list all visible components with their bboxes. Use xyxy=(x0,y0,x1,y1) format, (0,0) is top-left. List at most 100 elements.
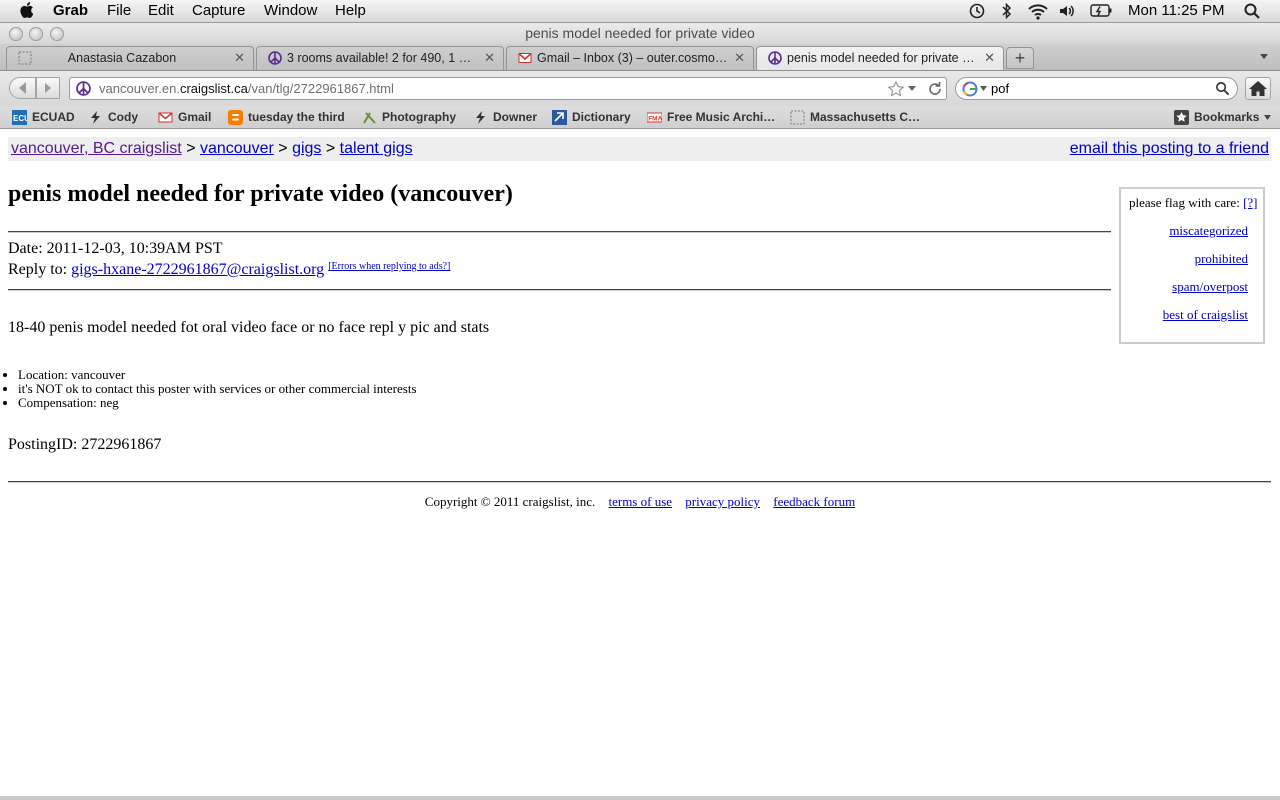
menu-app-grab[interactable]: Grab xyxy=(53,2,88,19)
tab-label: Gmail – Inbox (3) – outer.cosmo… xyxy=(537,51,728,65)
wifi-icon[interactable] xyxy=(1027,2,1049,20)
breadcrumb-city-link[interactable]: vancouver xyxy=(200,140,274,157)
menu-bar: Grab File Edit Capture Window Help Mon 1… xyxy=(0,0,1280,23)
tab-close-icon[interactable]: ✕ xyxy=(734,50,745,66)
home-button[interactable] xyxy=(1245,77,1271,100)
posting-details-list: Location: vancouver it's NOT ok to conta… xyxy=(0,368,417,410)
photo-icon xyxy=(363,112,376,124)
divider xyxy=(8,289,1111,291)
flag-header-text: please flag with care: xyxy=(1129,195,1240,210)
blank-page-icon xyxy=(790,110,805,125)
reload-icon[interactable] xyxy=(927,81,943,97)
breadcrumb-separator: > xyxy=(186,140,196,157)
peace-icon xyxy=(268,51,282,65)
menu-edit[interactable]: Edit xyxy=(148,2,174,19)
home-icon xyxy=(1249,81,1267,96)
battery-icon[interactable] xyxy=(1090,3,1112,19)
bookmark-star-icon[interactable] xyxy=(888,81,904,97)
detail-compensation: Compensation: neg xyxy=(18,396,417,410)
flag-prohibited-link[interactable]: prohibited xyxy=(1195,251,1248,267)
url-prefix: vancouver.en. xyxy=(99,81,180,96)
minimize-window-button[interactable] xyxy=(29,27,43,41)
bluetooth-icon[interactable] xyxy=(1001,2,1013,20)
bookmarks-star-icon xyxy=(1174,110,1189,125)
tab-list-chevron-down-icon[interactable] xyxy=(1259,53,1269,61)
search-engine-dropdown-icon[interactable] xyxy=(980,86,987,92)
time-machine-icon[interactable] xyxy=(968,2,986,20)
reply-email-link[interactable]: gigs-hxane-2722961867@craigslist.org xyxy=(71,261,324,278)
terms-of-use-link[interactable]: terms of use xyxy=(608,494,672,509)
posting-date: Date: 2011-12-03, 10:39AM PST xyxy=(8,240,223,257)
peace-icon xyxy=(768,51,782,65)
reply-to-line: Reply to: gigs-hxane-2722961867@craigsli… xyxy=(8,261,450,279)
flag-best-of-craigslist-link[interactable]: best of craigslist xyxy=(1163,307,1248,323)
bookmark-label: Gmail xyxy=(178,110,212,124)
search-input[interactable]: pof xyxy=(991,81,1009,96)
fma-icon: FMA xyxy=(647,112,662,123)
search-bar[interactable]: pof xyxy=(955,77,1238,100)
page-footer: Copyright © 2011 craigslist, inc. terms … xyxy=(0,494,1280,510)
history-dropdown-icon[interactable] xyxy=(907,85,917,93)
spotlight-search-icon[interactable] xyxy=(1243,2,1261,20)
email-to-friend-link[interactable]: email this posting to a friend xyxy=(1070,140,1269,158)
flag-box: please flag with care: [?] miscategorize… xyxy=(1119,187,1265,344)
back-arrow-icon xyxy=(19,82,26,94)
breadcrumb-site-link[interactable]: vancouver, BC craigslist xyxy=(11,140,182,157)
tab-label: penis model needed for private … xyxy=(787,51,975,65)
bookmark-label: ECUAD xyxy=(32,110,75,124)
flag-spam-overpost-link[interactable]: spam/overpost xyxy=(1172,279,1248,295)
posting-title: penis model needed for private video (va… xyxy=(8,181,513,207)
url-text: vancouver.en.craigslist.ca/van/tlg/27229… xyxy=(99,81,394,96)
bookmark-label: Dictionary xyxy=(572,110,631,124)
breadcrumb: vancouver, BC craigslist > vancouver > g… xyxy=(8,137,1271,161)
tab-3-rooms[interactable]: 3 rooms available! 2 for 490, 1 … ✕ xyxy=(256,46,504,70)
apple-icon[interactable] xyxy=(20,1,36,19)
breadcrumb-separator: > xyxy=(325,140,336,157)
new-tab-button[interactable]: + xyxy=(1006,47,1034,69)
volume-icon[interactable] xyxy=(1058,2,1076,20)
breadcrumb-section-link[interactable]: gigs xyxy=(292,140,321,157)
forward-button[interactable] xyxy=(36,77,60,99)
tab-close-icon[interactable]: ✕ xyxy=(234,50,245,66)
status-bar xyxy=(0,796,1280,800)
detail-location: Location: vancouver xyxy=(18,368,417,382)
tab-close-icon[interactable]: ✕ xyxy=(984,50,995,66)
bookmarks-menu-label: Bookmarks xyxy=(1194,110,1260,124)
back-button[interactable] xyxy=(9,77,36,99)
flag-miscategorized-link[interactable]: miscategorized xyxy=(1169,223,1248,239)
search-icon[interactable] xyxy=(1215,81,1230,96)
bolt-icon xyxy=(476,111,485,124)
menubar-clock[interactable]: Mon 11:25 PM xyxy=(1128,2,1224,19)
breadcrumb-links: vancouver, BC craigslist > vancouver > g… xyxy=(11,140,413,158)
gmail-icon xyxy=(518,53,532,63)
close-window-button[interactable] xyxy=(9,27,23,41)
google-search-engine-icon[interactable] xyxy=(962,81,978,97)
breadcrumb-separator: > xyxy=(278,140,288,157)
feedback-forum-link[interactable]: feedback forum xyxy=(773,494,855,509)
tab-penis-model-active[interactable]: penis model needed for private … ✕ xyxy=(756,46,1004,70)
menu-capture[interactable]: Capture xyxy=(192,2,245,19)
tab-anastasia-cazabon[interactable]: Anastasia Cazabon ✕ xyxy=(6,46,254,70)
flag-help-link[interactable]: [?] xyxy=(1243,195,1257,210)
url-path: /van/tlg/2722961867.html xyxy=(247,81,394,96)
menu-help[interactable]: Help xyxy=(335,2,366,19)
bookmark-label: Photography xyxy=(382,110,456,124)
posting-id: PostingID: 2722961867 xyxy=(8,436,162,453)
zoom-window-button[interactable] xyxy=(50,27,64,41)
chevron-down-icon xyxy=(1264,115,1271,120)
page-content: vancouver, BC craigslist > vancouver > g… xyxy=(0,129,1280,796)
tab-close-icon[interactable]: ✕ xyxy=(484,50,495,66)
posting-body: 18-40 penis model needed fot oral video … xyxy=(8,319,490,336)
url-bar[interactable]: vancouver.en.craigslist.ca/van/tlg/27229… xyxy=(69,77,947,100)
tab-gmail-inbox[interactable]: Gmail – Inbox (3) – outer.cosmo… ✕ xyxy=(506,46,754,70)
reply-errors-link[interactable]: [Errors when replying to ads?] xyxy=(328,261,450,272)
bookmark-label: Downer xyxy=(493,110,538,124)
window-title: penis model needed for private video xyxy=(0,23,1280,44)
breadcrumb-category-link[interactable]: talent gigs xyxy=(340,140,413,157)
bookmark-label: Cody xyxy=(108,110,138,124)
menu-window[interactable]: Window xyxy=(264,2,317,19)
privacy-policy-link[interactable]: privacy policy xyxy=(685,494,760,509)
site-peace-icon xyxy=(76,81,91,96)
bookmarks-toolbar: ECU ECUAD Cody Gmail tuesday the third P… xyxy=(0,106,1280,129)
menu-file[interactable]: File xyxy=(107,2,131,19)
